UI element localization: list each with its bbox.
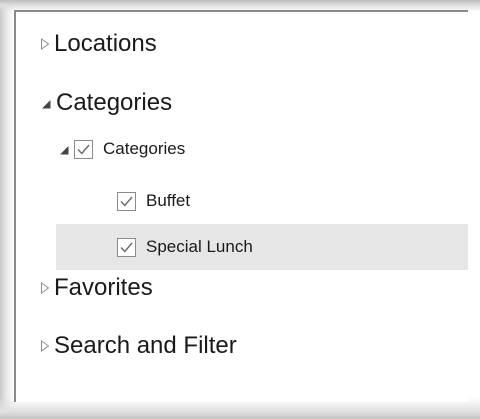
triangle-right-icon[interactable] (40, 38, 50, 50)
tree-section-locations[interactable]: Locations (40, 30, 468, 58)
expand-triangle-icon[interactable] (58, 143, 70, 155)
item-label-buffet: Buffet (146, 191, 191, 210)
section-label-locations: Locations (54, 30, 157, 57)
tree-node-categories-group[interactable]: Categories (58, 139, 468, 159)
tree-section-categories[interactable]: Categories (40, 89, 468, 117)
checkbox-buffet[interactable] (117, 191, 136, 211)
tree-section-search-and-filter[interactable]: Search and Filter (40, 332, 468, 360)
navigation-tree-panel: Locations Categories Categories Buffet S… (14, 10, 468, 402)
check-icon (120, 196, 133, 207)
node-label-categories: Categories (103, 139, 186, 158)
section-label-favorites: Favorites (54, 274, 153, 301)
item-label-special-lunch: Special Lunch (146, 237, 253, 256)
triangle-right-icon[interactable] (40, 282, 50, 294)
tree-item-buffet[interactable]: Buffet (117, 186, 468, 216)
check-icon (120, 242, 133, 253)
tree-section-favorites[interactable]: Favorites (40, 274, 468, 302)
section-label-search-and-filter: Search and Filter (54, 332, 237, 359)
checkbox-special-lunch[interactable] (117, 237, 136, 257)
triangle-down-icon[interactable] (40, 97, 52, 109)
triangle-right-icon[interactable] (40, 340, 50, 352)
tree-item-special-lunch[interactable]: Special Lunch (56, 224, 468, 270)
checkbox-categories-group[interactable] (74, 139, 93, 159)
section-label-categories: Categories (56, 89, 173, 116)
check-icon (77, 144, 90, 155)
